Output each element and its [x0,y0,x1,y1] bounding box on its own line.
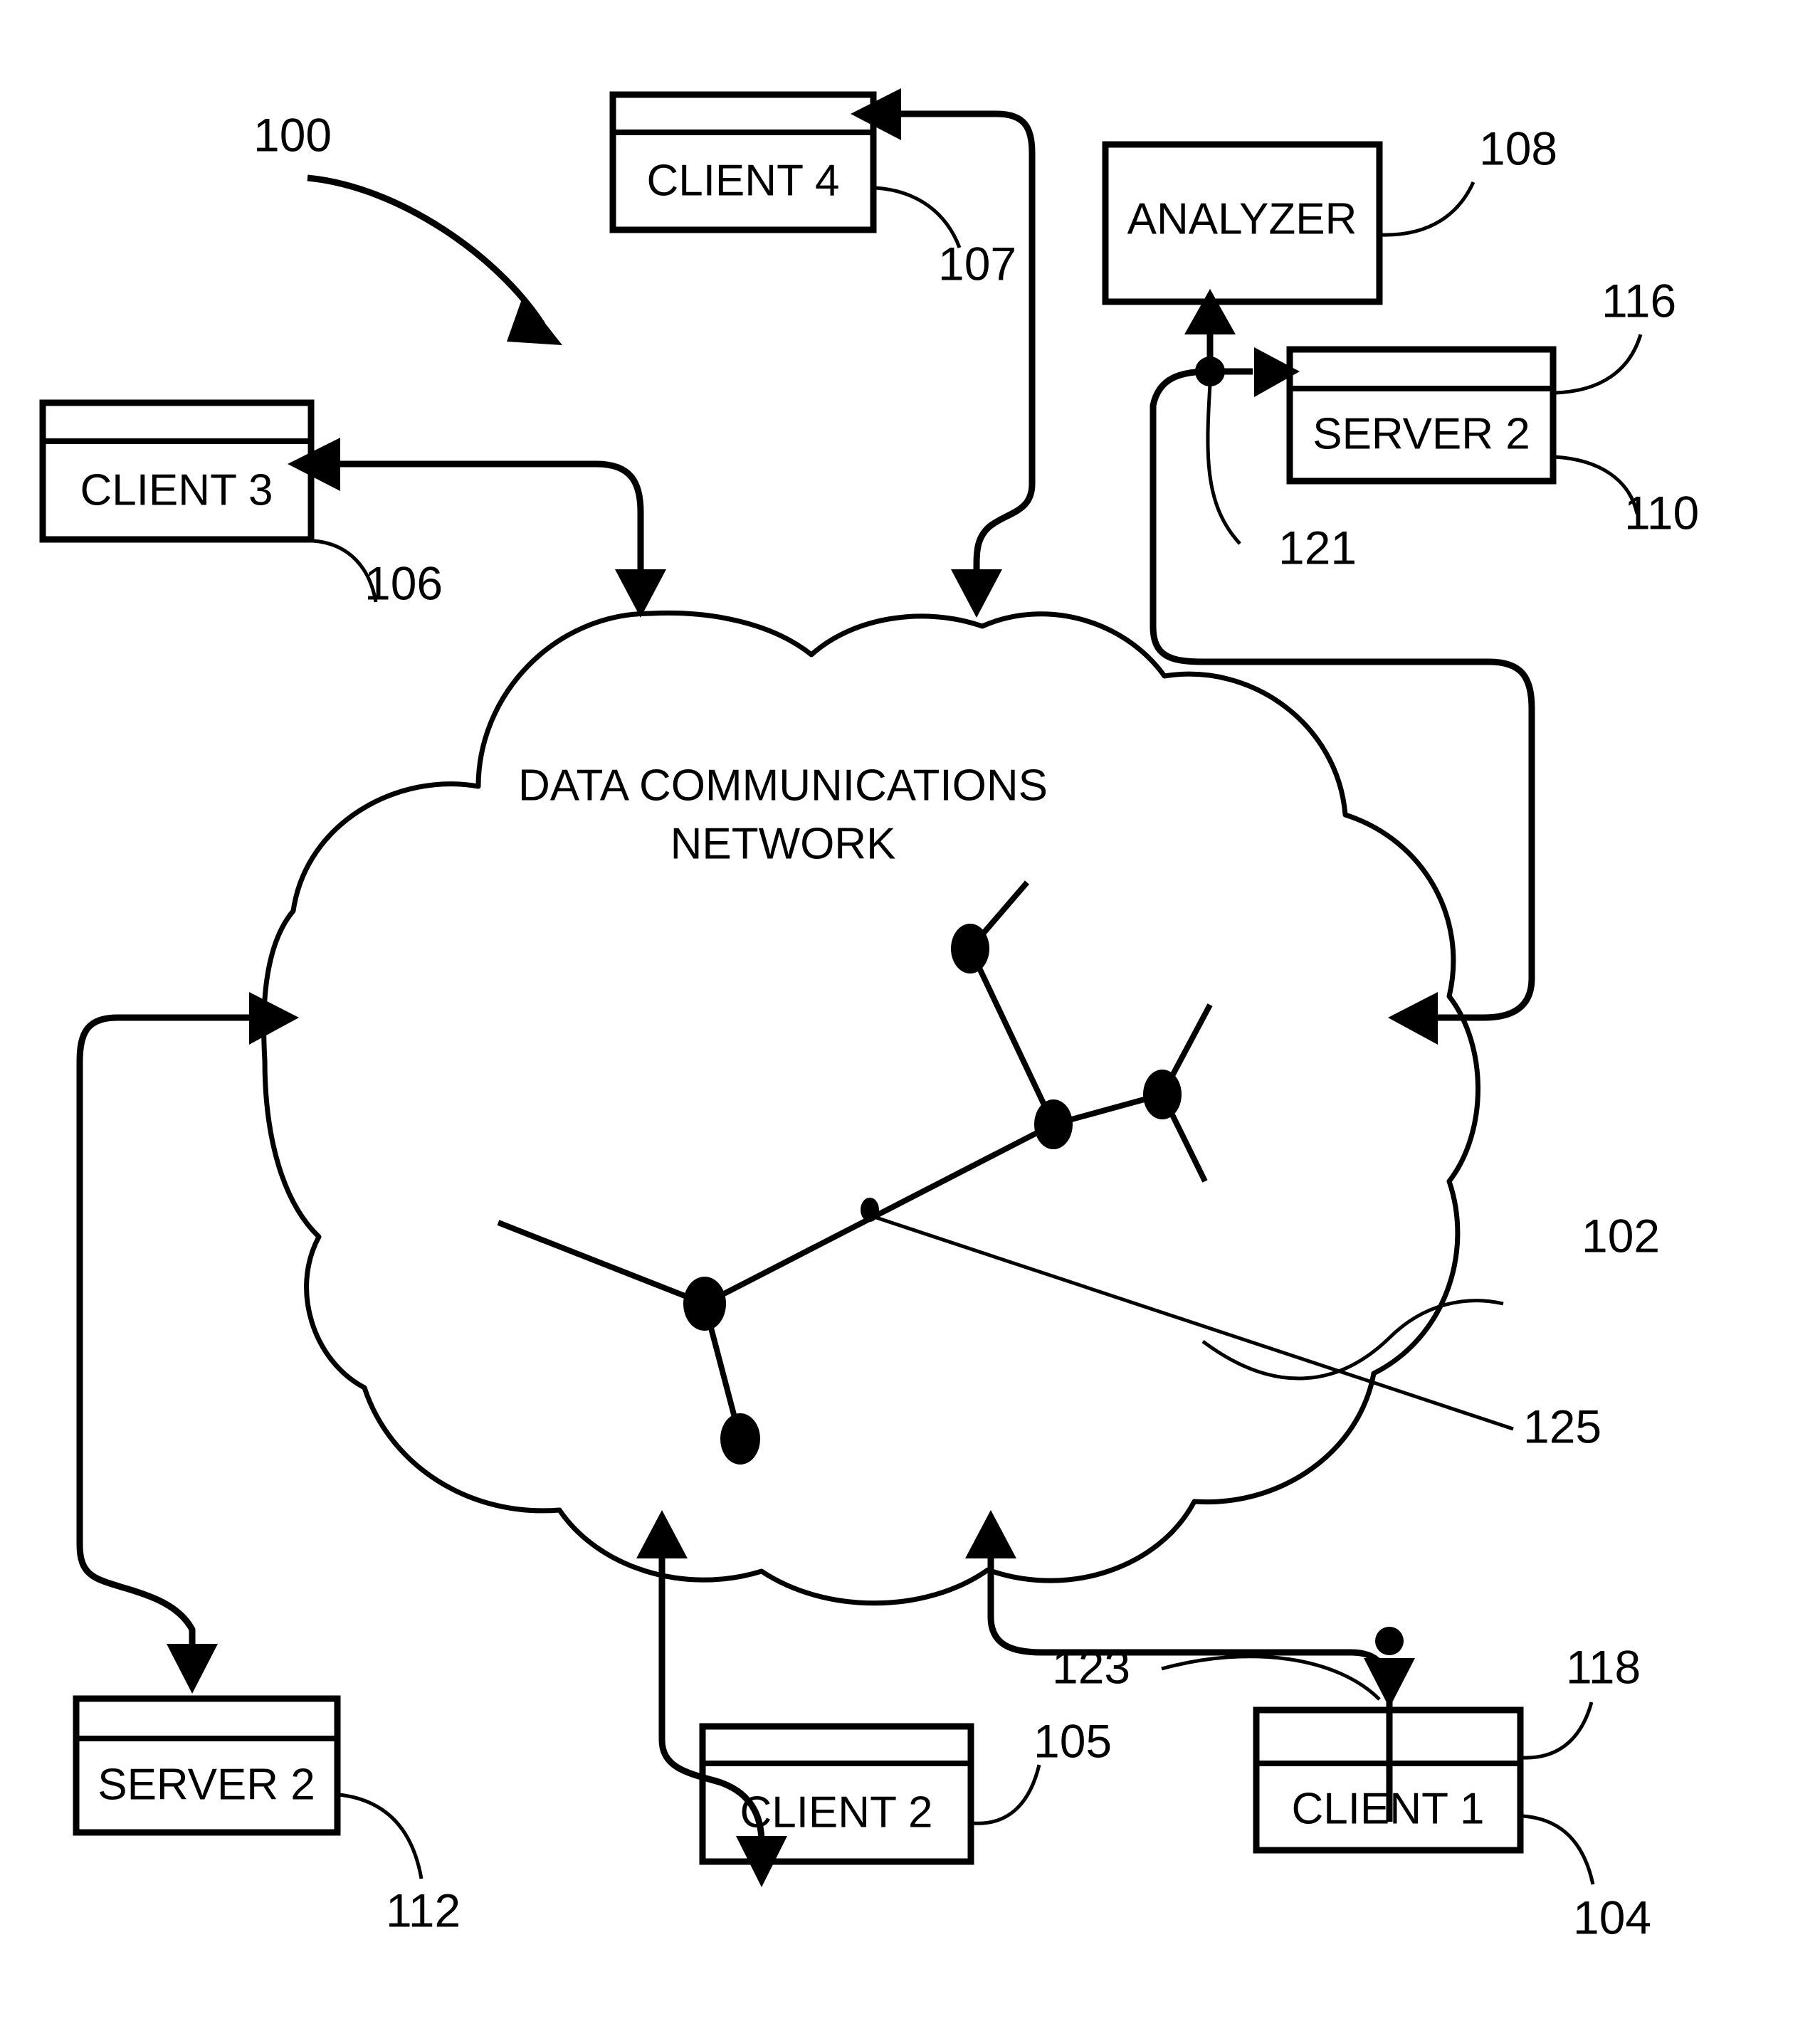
ref-116-leader [1554,334,1643,395]
server2-bottom-box[interactable]: SERVER 2 [73,1695,341,1836]
ref-108: 108 [1380,122,1557,237]
client2-label: CLIENT 2 [740,1788,932,1837]
client3-label: CLIENT 3 [80,465,273,515]
ref-118-leader [1522,1701,1594,1760]
ref-102-text: 102 [1582,1209,1660,1262]
ref-105-leader [972,1764,1041,1825]
system-callout-arrowhead [507,295,562,345]
ref-104: 104 [1522,1814,1651,1943]
ref-118-text: 118 [1566,1640,1641,1693]
ref-107-text: 107 [938,237,1016,290]
ref-125-text: 125 [1523,1400,1601,1452]
server2-top-label: SERVER 2 [1313,409,1530,458]
system-callout-line [307,174,545,327]
server2-bottom-arrowhead [167,1644,218,1694]
client4-box[interactable]: CLIENT 4 [609,91,877,233]
ref-121-leader [1206,384,1241,545]
ref-108-leader [1380,181,1476,237]
ref-123-leader [1161,1655,1381,1701]
cloud-label-line2: NETWORK [670,819,896,868]
ref-106: 106 [312,539,443,609]
ref-105-text: 105 [1033,1714,1112,1767]
ref-107: 107 [875,186,1016,290]
connection-client3 [288,438,666,618]
cloud-label-line1: DATA COMMUNICATIONS [518,761,1048,810]
cloud-top-right-arrowhead [951,569,1002,618]
ref-106-text: 106 [364,556,443,609]
ref-123-text: 123 [1052,1640,1130,1693]
ref-112-leader [339,1793,424,1879]
ref-112: 112 [339,1793,461,1936]
network-node-bottom [720,1413,760,1465]
ref-110: 110 [1554,455,1699,539]
ref-100-text: 100 [253,108,332,161]
ref-104-leader [1522,1814,1595,1885]
client1-tap-junction-dot [1375,1627,1404,1655]
network-diagram-svg: DATA COMMUNICATIONS NETWORK CLIENT 4 CLI… [39,88,1699,1943]
network-node-right [1143,1070,1182,1119]
ref-116: 116 [1554,274,1676,395]
system-reference-callout [307,174,562,345]
ref-108-text: 108 [1479,122,1557,174]
server2-bottom-label: SERVER 2 [98,1760,315,1809]
analyzer-label: ANALYZER [1127,194,1357,243]
ref-105: 105 [972,1714,1112,1825]
network-node-mid [1034,1099,1073,1149]
ref-121-text: 121 [1278,521,1357,574]
network-node-top [951,924,989,973]
ref-112-text: 112 [386,1884,461,1936]
data-communications-network-cloud[interactable]: DATA COMMUNICATIONS NETWORK [261,611,1480,1606]
client4-connection-path [900,110,1036,598]
client1-arrowhead [1364,1658,1415,1708]
cloud-top-left-arrowhead [615,569,666,618]
server2-bottom-connection-path [76,1014,253,1665]
network-node-hub [683,1277,726,1331]
server2-top-box[interactable]: SERVER 2 [1286,346,1557,485]
client4-label: CLIENT 4 [646,156,839,205]
figure-canvas: DATA COMMUNICATIONS NETWORK CLIENT 4 CLI… [0,0,1820,2021]
client3-box[interactable]: CLIENT 3 [39,399,315,543]
analyzer-tap-junction-dot [1195,357,1225,386]
analyzer-box[interactable]: ANALYZER [1102,141,1383,305]
connection-client4 [851,88,1036,618]
ref-110-text: 110 [1624,486,1699,539]
ref-116-text: 116 [1601,274,1676,327]
ref-104-text: 104 [1573,1891,1651,1943]
ref-118: 118 [1522,1640,1641,1760]
